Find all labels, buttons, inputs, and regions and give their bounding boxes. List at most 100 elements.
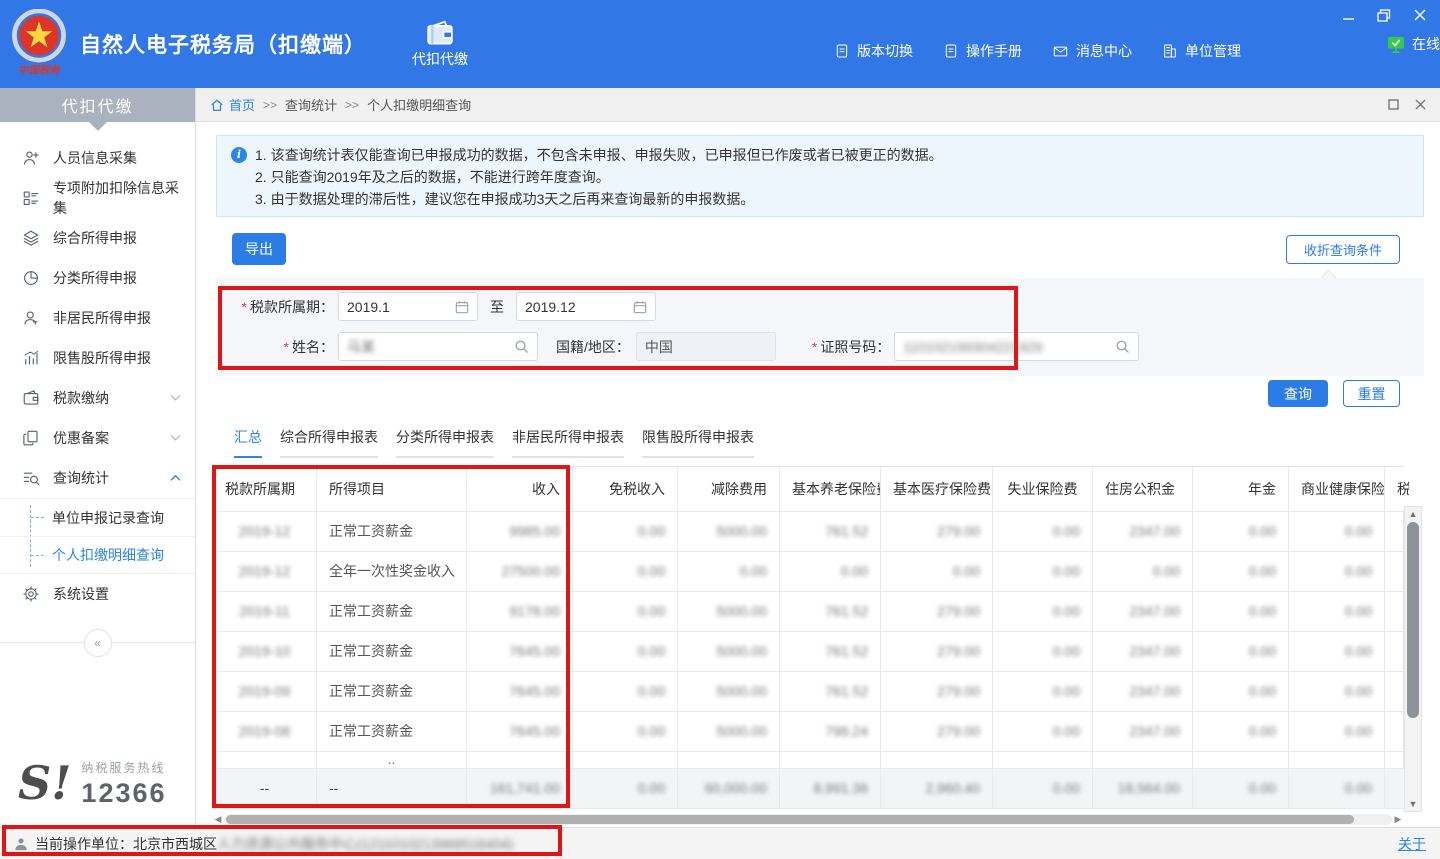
content: i1. 该查询统计表仅能查询已申报成功的数据，不包含未申报、申报失败，已申报但已… — [196, 122, 1440, 827]
scroll-down-arrow-icon[interactable]: ▼ — [1409, 797, 1418, 811]
scroll-left-arrow-icon[interactable]: ◀ — [212, 814, 224, 825]
sidebar-item-5[interactable]: 限售股所得申报 — [0, 338, 195, 378]
sidebar-collapse-button[interactable]: « — [84, 629, 112, 657]
restore-button[interactable] — [1376, 8, 1392, 22]
search-icon[interactable] — [1115, 339, 1130, 354]
breadcrumb-separator: >> — [263, 98, 277, 112]
top-menu-item-1[interactable]: 操作手册 — [943, 41, 1022, 61]
vertical-scrollbar[interactable]: ▲ ▼ — [1404, 506, 1422, 812]
calendar-icon[interactable] — [455, 300, 469, 314]
pie-chart-icon — [22, 269, 40, 287]
sidebar-subitem-8-0[interactable]: 单位申报记录查询 — [0, 499, 195, 536]
close-button[interactable] — [1412, 8, 1428, 22]
tab-2[interactable]: 分类所得申报表 — [396, 427, 494, 458]
scroll-right-arrow-icon[interactable]: ▶ — [1392, 814, 1404, 825]
horizontal-scroll-thumb[interactable] — [226, 815, 1354, 824]
current-unit-blurred: 人力资源公共服务中心(1211010213968518404) — [217, 834, 513, 854]
reset-button[interactable]: 重置 — [1343, 380, 1400, 407]
top-menu-item-3[interactable]: 单位管理 — [1162, 41, 1241, 61]
sidebar-nav: 人员信息采集专项附加扣除信息采集综合所得申报分类所得申报非居民所得申报限售股所得… — [0, 122, 195, 614]
tab-3[interactable]: 非居民所得申报表 — [512, 427, 624, 458]
top-header: 中国税务 自然人电子税务局（扣缴端） 代扣代缴 版本切换操作手册消息中心单位管理… — [0, 0, 1440, 88]
current-unit-value: 北京市西城区 — [133, 834, 217, 854]
table-cell: 2347.00 — [1093, 592, 1193, 631]
top-menu-item-2[interactable]: 消息中心 — [1052, 41, 1132, 61]
sidebar-item-9[interactable]: 系统设置 — [0, 574, 195, 614]
main-area: 首页 >> 查询统计 >> 个人扣缴明细查询 i1. 该查询统计表仅能查询已申报… — [196, 88, 1440, 827]
table-cell: 税 — [1385, 467, 1409, 511]
online-status[interactable]: 在线 — [1387, 34, 1440, 54]
table-cell — [678, 752, 780, 768]
table-cell: 0.00 — [1193, 512, 1289, 551]
sidebar-subitem-8-1[interactable]: 个人扣缴明细查询 — [0, 536, 195, 573]
id-number-input[interactable]: 110102199304221929 — [894, 332, 1139, 361]
breadcrumb-home[interactable]: 首页 — [210, 95, 255, 114]
search-icon[interactable] — [514, 339, 529, 354]
chevron-down-icon — [170, 434, 181, 442]
collapse-query-button[interactable]: 收折查询条件 — [1286, 235, 1400, 264]
top-menu-item-0[interactable]: 版本切换 — [834, 41, 913, 61]
result-table: 税款所属期所得项目收入免税收入减除费用基本养老保险费基本医疗保险费失业保险费住房… — [212, 466, 1404, 809]
sidebar-item-3[interactable]: 分类所得申报 — [0, 258, 195, 298]
tab-1[interactable]: 综合所得申报表 — [280, 427, 378, 458]
table-cell: 0.00 — [1289, 552, 1385, 591]
hotline-caption: 纳税服务热线 — [81, 759, 166, 776]
nationality-label: 国籍/地区： — [556, 337, 630, 357]
tax-bureau-emblem-icon: 中国税务 — [10, 9, 68, 79]
table-cell: 2019-12 — [213, 552, 317, 591]
pane-maximize-button[interactable] — [1388, 99, 1399, 110]
table-cell: 0.00 — [678, 552, 780, 591]
hotline-logo: S! 纳税服务热线 12366 — [0, 759, 195, 827]
sidebar-item-7[interactable]: 优惠备案 — [0, 418, 195, 458]
export-button[interactable]: 导出 — [232, 233, 286, 265]
table-cell: 761.52 — [780, 672, 881, 711]
table-cell: 0.00 — [1193, 769, 1289, 808]
table-cell: 2347.00 — [1093, 712, 1193, 751]
scroll-up-arrow-icon[interactable]: ▲ — [1409, 507, 1418, 521]
breadcrumb-item[interactable]: 查询统计 — [285, 95, 337, 114]
result-tabs: 汇总综合所得申报表分类所得申报表非居民所得申报表限售股所得申报表 — [234, 427, 754, 458]
search-button[interactable]: 查询 — [1268, 380, 1328, 407]
sidebar-item-0[interactable]: 人员信息采集 — [0, 138, 195, 178]
range-separator: 至 — [490, 297, 504, 317]
sidebar-item-1[interactable]: 专项附加扣除信息采集 — [0, 178, 195, 218]
pane-close-button[interactable] — [1415, 99, 1426, 110]
horizontal-scrollbar[interactable]: ◀ ▶ — [212, 813, 1404, 826]
document-icon — [943, 43, 959, 59]
svg-text:中国税务: 中国税务 — [18, 63, 61, 76]
table-row: 2019-08正常工资薪金7645.000.005000.00798.24279… — [213, 712, 1403, 752]
app-window: 中国税务 自然人电子税务局（扣缴端） 代扣代缴 版本切换操作手册消息中心单位管理… — [0, 0, 1440, 859]
about-link[interactable]: 关于 — [1398, 834, 1426, 854]
tab-withholding-label: 代扣代缴 — [412, 49, 468, 69]
table-cell: 正常工资薪金 — [317, 592, 467, 631]
sidebar-item-4[interactable]: 非居民所得申报 — [0, 298, 195, 338]
table-cell: 2019-12 — [213, 512, 317, 551]
tab-4[interactable]: 限售股所得申报表 — [642, 427, 754, 458]
sidebar-item-2[interactable]: 综合所得申报 — [0, 218, 195, 258]
table-cell: 5000.00 — [678, 512, 780, 551]
table-cell: 0.00 — [993, 672, 1093, 711]
table-cell: 0.00 — [1289, 769, 1385, 808]
sidebar-item-8[interactable]: 查询统计 — [0, 458, 195, 498]
sidebar-item-6[interactable]: 税款缴纳 — [0, 378, 195, 418]
table-cell: 798.24 — [780, 712, 881, 751]
sidebar: 代扣代缴 人员信息采集专项附加扣除信息采集综合所得申报分类所得申报非居民所得申报… — [0, 88, 196, 827]
table-row: 2019-12正常工资薪金9985.000.005000.00761.52279… — [213, 512, 1403, 552]
name-input[interactable]: 马某 — [338, 332, 538, 361]
table-cell: 279.00 — [881, 672, 993, 711]
top-menu: 版本切换 操作手册 消息中心 单位管理 — [834, 41, 1241, 61]
tab-0[interactable]: 汇总 — [234, 427, 262, 458]
table-cell: 5000.00 — [678, 592, 780, 631]
period-from-input[interactable]: 2019.1 — [338, 292, 478, 321]
table-row-partial: .. — [213, 752, 1403, 769]
table-cell: 7645.00 — [467, 672, 573, 711]
tab-withholding[interactable]: 代扣代缴 — [412, 20, 468, 69]
calendar-icon[interactable] — [633, 300, 647, 314]
period-to-input[interactable]: 2019.12 — [516, 292, 656, 321]
query-panel-notch — [1321, 270, 1337, 286]
table-cell — [213, 752, 317, 768]
vertical-scroll-thumb[interactable] — [1407, 522, 1419, 718]
table-cell — [1093, 752, 1193, 768]
notice-line-1: 2. 只能查询2019年及之后的数据，不能进行跨年度查询。 — [231, 166, 1409, 188]
minimize-button[interactable] — [1340, 8, 1356, 22]
